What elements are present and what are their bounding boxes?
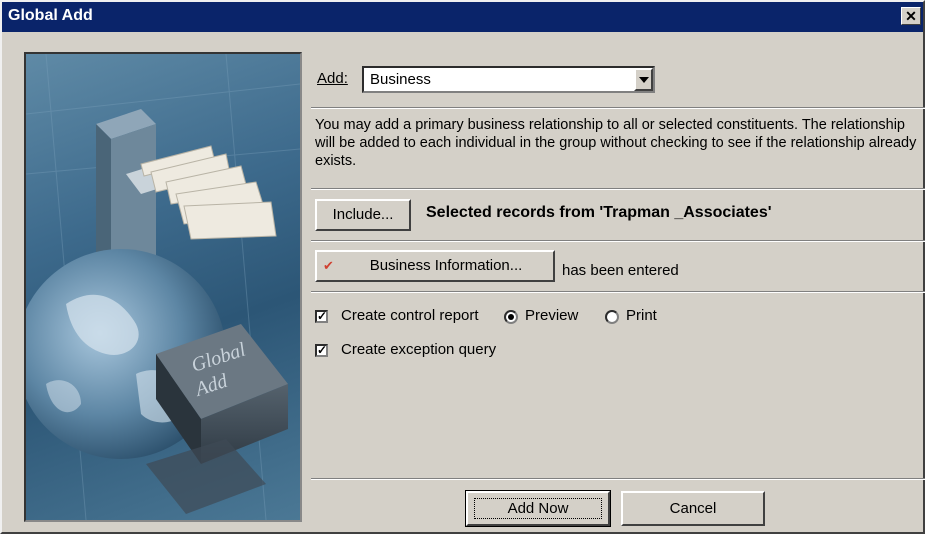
preview-label: Preview: [525, 307, 579, 324]
control-report-checkbox[interactable]: ✓: [315, 310, 328, 323]
separator: [311, 240, 925, 242]
add-now-label: Add Now: [507, 500, 569, 517]
separator: [311, 188, 925, 190]
title-bar[interactable]: Global Add ✕: [2, 2, 923, 32]
add-label: Add:: [317, 70, 348, 87]
business-information-status: has been entered: [562, 262, 679, 279]
control-report-label: Create control report: [341, 307, 479, 324]
add-type-select[interactable]: Business: [362, 66, 655, 93]
global-add-dialog: Global Add ✕ Global Add Add: Business Yo…: [0, 0, 925, 534]
separator: [311, 107, 925, 109]
exception-query-label: Create exception query: [341, 341, 497, 358]
include-status: Selected records from 'Trapman _Associat…: [426, 204, 772, 221]
checkmark-icon: ✔: [323, 258, 334, 273]
separator: [311, 478, 925, 480]
business-information-label: Business Information...: [369, 257, 523, 274]
business-information-button[interactable]: ✔ Business Information...: [315, 250, 555, 282]
cancel-button[interactable]: Cancel: [621, 491, 765, 526]
include-button-label: Include...: [332, 206, 394, 223]
global-add-illustration: Global Add: [24, 52, 302, 522]
close-icon: ✕: [905, 8, 917, 24]
chevron-down-icon[interactable]: [634, 68, 653, 91]
add-label-text: Add:: [317, 70, 348, 87]
description-text: You may add a primary business relations…: [315, 117, 917, 169]
illustration-art: Global Add: [26, 54, 300, 520]
separator: [311, 291, 925, 293]
print-radio[interactable]: [605, 310, 619, 324]
print-label: Print: [626, 307, 657, 324]
cancel-label: Cancel: [669, 500, 717, 517]
add-now-button[interactable]: Add Now: [465, 490, 611, 527]
radio-selected-dot: [508, 314, 514, 320]
close-button[interactable]: ✕: [901, 7, 921, 25]
dialog-title: Global Add: [8, 7, 93, 24]
include-button[interactable]: Include...: [315, 199, 411, 231]
preview-radio[interactable]: [504, 310, 518, 324]
add-type-value: Business: [370, 71, 431, 88]
exception-query-checkbox[interactable]: ✓: [315, 344, 328, 357]
